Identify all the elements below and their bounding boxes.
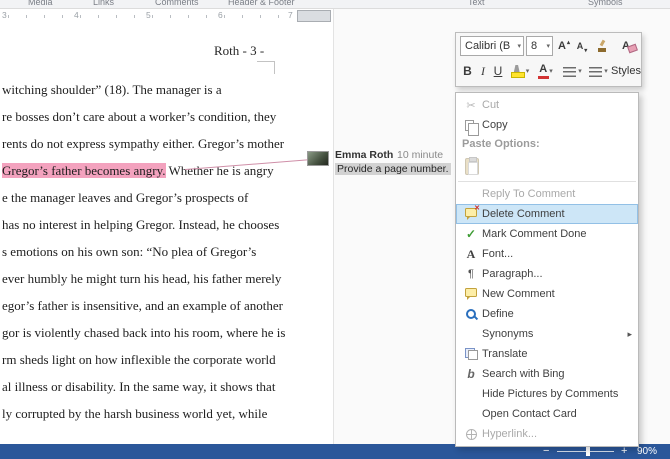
- italic-button[interactable]: I: [476, 61, 490, 81]
- format-painter-button[interactable]: [592, 36, 612, 56]
- paste-options-label: Paste Options:: [456, 135, 638, 153]
- text-line: ever humbly he might turn his head, his …: [2, 265, 285, 292]
- menu-item-mark-comment-done[interactable]: ✓ Mark Comment Done: [456, 224, 638, 244]
- ribbon-group-text: Text: [468, 0, 485, 7]
- ruler-number: 3: [2, 10, 7, 20]
- text-line: e the manager leaves and Gregor’s prospe…: [2, 184, 285, 211]
- mini-toolbar-row-2: B I U A Styles: [456, 61, 641, 85]
- font-size-select[interactable]: 8: [526, 36, 553, 56]
- shrink-font-button[interactable]: A: [573, 36, 590, 56]
- ribbon-group-media: Media: [28, 0, 53, 7]
- text-line: witching shoulder” (18). The manager is …: [2, 76, 285, 103]
- scissors-icon: ✂: [466, 99, 475, 112]
- ruler-number: 4: [74, 10, 79, 20]
- ribbon-group-labels: Media Links Comments Header & Footer Tex…: [0, 0, 670, 9]
- ribbon-group-links: Links: [93, 0, 114, 7]
- ribbon-group-symbols: Symbols: [588, 0, 623, 7]
- bullet-list-icon: [563, 67, 576, 77]
- word-window: Media Links Comments Header & Footer Tex…: [0, 0, 670, 459]
- grow-font-icon: A: [558, 40, 569, 52]
- ruler-number: 6: [218, 10, 223, 20]
- bullets-button[interactable]: [560, 61, 585, 81]
- ribbon-group-comments: Comments: [155, 0, 199, 7]
- numbering-button[interactable]: [586, 61, 611, 81]
- comment-author: Emma Roth: [335, 149, 393, 161]
- mini-toolbar-row-1: Calibri (B 8 A A A: [456, 36, 641, 60]
- zoom-slider-thumb[interactable]: [586, 447, 590, 456]
- menu-item-paragraph[interactable]: ¶ Paragraph...: [456, 264, 638, 284]
- horizontal-ruler[interactable]: 3 4 5 6 7: [0, 9, 333, 23]
- ruler-number: 5: [146, 10, 151, 20]
- menu-separator: [458, 181, 636, 182]
- text-line: Gregor’s father becomes angry. Whether h…: [2, 157, 285, 184]
- define-icon: [465, 308, 478, 321]
- text-line: s emotions on his own son: “No plea of G…: [2, 238, 285, 265]
- bing-icon: b: [467, 367, 474, 381]
- paste-options-row: [456, 153, 638, 179]
- ruler-right-margin[interactable]: [297, 10, 331, 22]
- menu-item-new-comment[interactable]: New Comment: [456, 284, 638, 304]
- paste-icon: [465, 158, 479, 175]
- text-line: rents do not express sympathy either. Gr…: [2, 130, 285, 157]
- text-highlight-color-button[interactable]: [508, 61, 532, 81]
- check-icon: ✓: [466, 227, 476, 241]
- translate-icon: [465, 348, 478, 360]
- menu-item-open-contact-card[interactable]: Open Contact Card: [456, 404, 638, 424]
- menu-item-translate[interactable]: Translate: [456, 344, 638, 364]
- text-line: has no interest in helping Gregor. Inste…: [2, 211, 285, 238]
- margin-corner-mark: [257, 61, 275, 74]
- zoom-level[interactable]: 90%: [637, 446, 657, 457]
- menu-item-synonyms[interactable]: Synonyms ▸: [456, 324, 638, 344]
- menu-item-search-with-bing[interactable]: b Search with Bing: [456, 364, 638, 384]
- format-painter-icon: [597, 40, 607, 52]
- text-line: ly corrupted by the harsh business world…: [2, 400, 285, 427]
- text-line: rm sheds light on how inflexible the cor…: [2, 346, 285, 373]
- bold-button[interactable]: B: [459, 61, 476, 81]
- ruler-number: 7: [288, 10, 293, 20]
- text-line: al illness or disability. In the same wa…: [2, 373, 285, 400]
- comment-timestamp: 10 minute: [397, 149, 443, 161]
- menu-item-hide-pictures-by-comments[interactable]: Hide Pictures by Comments: [456, 384, 638, 404]
- styles-button[interactable]: Styles: [611, 61, 641, 81]
- submenu-arrow-icon: ▸: [627, 329, 632, 340]
- text-line: re bosses don’t care about a worker’s co…: [2, 103, 285, 130]
- paragraph-icon: ¶: [468, 268, 474, 280]
- context-menu: ✂ Cut Copy Paste Options: Reply To Comme…: [455, 92, 639, 447]
- hyperlink-icon: [466, 429, 477, 440]
- font-color-icon: A: [539, 64, 547, 75]
- document-text[interactable]: witching shoulder” (18). The manager is …: [2, 76, 285, 427]
- underline-button[interactable]: U: [490, 61, 506, 81]
- comment-author-avatar[interactable]: [307, 151, 329, 166]
- numbered-list-icon: [589, 67, 602, 77]
- menu-item-font[interactable]: A Font...: [456, 244, 638, 264]
- menu-item-hyperlink: Hyperlink...: [456, 424, 638, 444]
- menu-item-define[interactable]: Define: [456, 304, 638, 324]
- grow-font-button[interactable]: A: [554, 36, 573, 56]
- text-line: gor is violently chased back into his ro…: [2, 319, 285, 346]
- font-dialog-icon: A: [467, 247, 476, 262]
- delete-comment-icon: [465, 208, 477, 217]
- copy-icon: [465, 120, 474, 131]
- font-name-select[interactable]: Calibri (B: [460, 36, 524, 56]
- new-comment-icon: [465, 288, 477, 297]
- clear-formatting-icon: A: [622, 40, 630, 52]
- text-line: egor’s father is insensitive, and an exa…: [2, 292, 285, 319]
- menu-item-delete-comment[interactable]: Delete Comment: [456, 204, 638, 224]
- commented-text[interactable]: Gregor’s father becomes angry.: [2, 163, 166, 178]
- menu-item-copy[interactable]: Copy: [456, 115, 638, 135]
- page-header: Roth - 3 -: [214, 43, 264, 59]
- menu-item-cut: ✂ Cut: [456, 95, 638, 115]
- comment-text[interactable]: Provide a page number.: [335, 163, 451, 175]
- ribbon-group-header-footer: Header & Footer: [228, 0, 295, 7]
- mini-toolbar: Calibri (B 8 A A A B I U A Styles: [455, 32, 642, 87]
- shrink-font-icon: A: [577, 41, 587, 51]
- highlighter-icon: [511, 64, 524, 79]
- font-color-button[interactable]: A: [534, 61, 558, 81]
- menu-item-reply-to-comment: Reply To Comment: [456, 184, 638, 204]
- clear-formatting-button[interactable]: A: [614, 36, 638, 56]
